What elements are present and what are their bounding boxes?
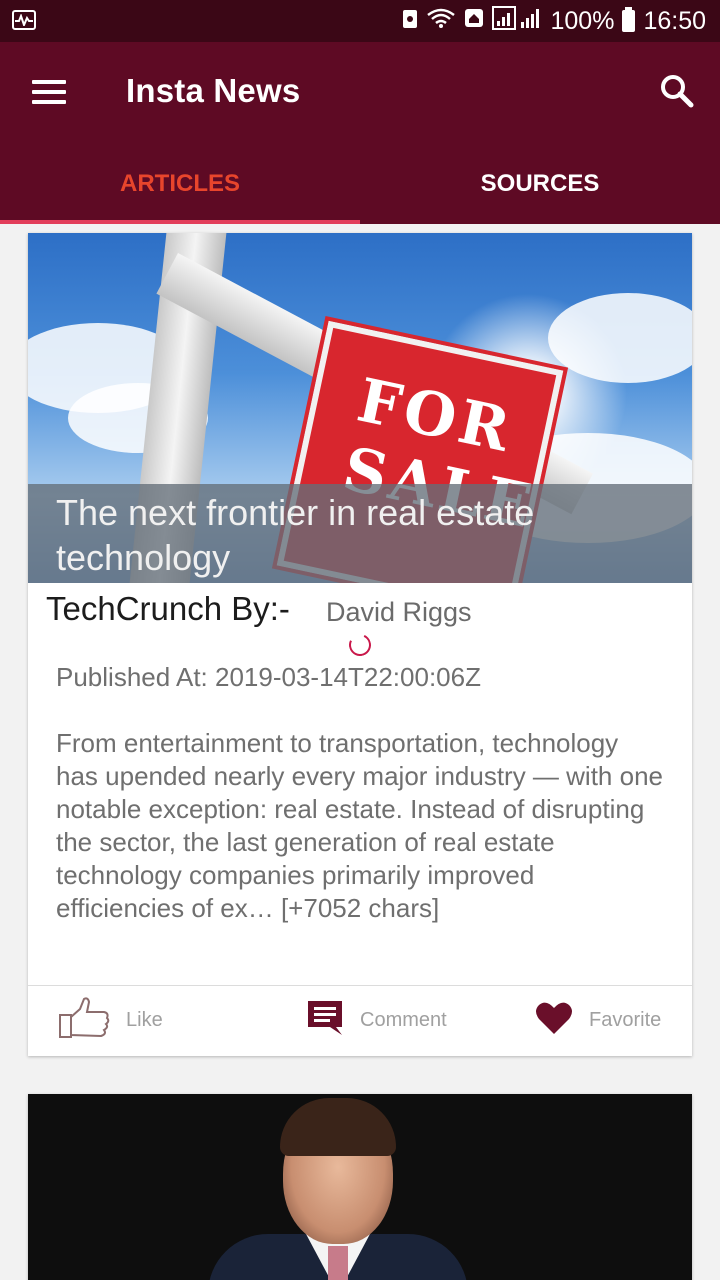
- comment-button[interactable]: Comment: [306, 985, 447, 1056]
- activity-monitor-icon: [12, 10, 36, 30]
- like-label: Like: [126, 1009, 163, 1031]
- clock: 16:50: [643, 6, 706, 35]
- tab-articles-label: ARTICLES: [120, 170, 240, 197]
- home-icon: [464, 7, 484, 36]
- article-title[interactable]: The next frontier in real estate technol…: [56, 490, 676, 580]
- article-published-date: Published At: 2019-03-14T22:00:06Z: [56, 662, 481, 692]
- image-person-hair: [280, 1098, 396, 1156]
- article-author: David Riggs: [326, 597, 472, 627]
- tab-indicator: [0, 220, 360, 224]
- title-overlay: The next frontier in real estate technol…: [28, 484, 692, 583]
- wifi-icon: [426, 7, 456, 36]
- thumbs-up-icon: [58, 997, 110, 1044]
- loading-spinner-icon: [345, 630, 375, 660]
- article-image[interactable]: FOR SALE The next frontier in real estat…: [28, 233, 692, 583]
- status-icons: 100% 16:50: [402, 5, 706, 37]
- tab-sources[interactable]: SOURCES: [360, 166, 720, 224]
- article-description: From entertainment to transportation, te…: [56, 728, 663, 923]
- like-button[interactable]: Like: [58, 985, 163, 1056]
- search-icon[interactable]: [660, 74, 694, 108]
- signal-icon: [492, 5, 542, 37]
- comment-label: Comment: [360, 1009, 447, 1031]
- article-card[interactable]: [28, 1094, 692, 1280]
- favorite-button[interactable]: Favorite: [535, 985, 661, 1056]
- recycle-icon: [402, 7, 418, 36]
- article-card[interactable]: FOR SALE The next frontier in real estat…: [28, 233, 692, 1056]
- battery-icon: [622, 7, 636, 32]
- tab-sources-label: SOURCES: [480, 170, 600, 197]
- status-bar: 100% 16:50: [0, 0, 720, 42]
- menu-icon[interactable]: [32, 78, 66, 106]
- app-title: Insta News: [126, 72, 301, 109]
- heart-icon: [535, 1001, 573, 1040]
- article-source: TechCrunch By:-: [46, 590, 290, 627]
- battery-percent: 100%: [550, 6, 615, 35]
- tab-articles[interactable]: ARTICLES: [0, 166, 360, 224]
- comment-icon: [306, 999, 344, 1042]
- favorite-label: Favorite: [589, 1009, 662, 1031]
- image-person-tie: [328, 1246, 348, 1280]
- app-bar: Insta News ARTICLES SOURCES: [0, 42, 720, 224]
